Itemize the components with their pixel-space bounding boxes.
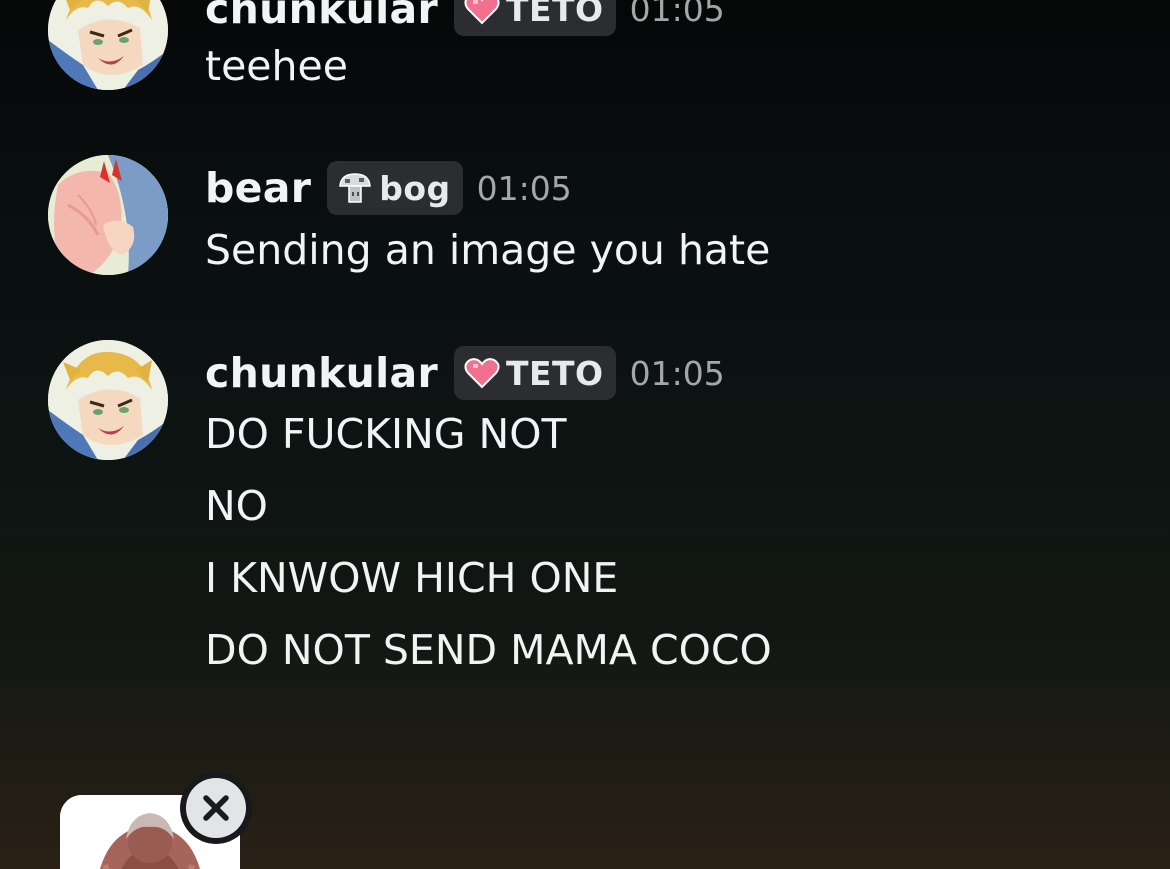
tag-label: bog: [379, 168, 451, 208]
message-header: bear bog 01:05: [205, 161, 572, 215]
server-tag[interactable]: TETO: [453, 346, 616, 400]
username[interactable]: chunkular: [205, 0, 438, 33]
pink-heart-icon: [464, 0, 500, 25]
message-text: NO: [205, 482, 268, 530]
message-text: DO FUCKING NOT: [205, 410, 567, 458]
message-text: I KNWOW HICH ONE: [205, 554, 619, 602]
message-header: chunkular TETO 01:05: [205, 346, 725, 400]
remove-attachment-button[interactable]: [180, 772, 252, 844]
username[interactable]: chunkular: [205, 349, 438, 397]
timestamp: 01:05: [476, 168, 572, 208]
avatar[interactable]: [48, 155, 168, 275]
avatar[interactable]: [48, 340, 168, 460]
server-tag[interactable]: TETO: [453, 0, 616, 36]
timestamp: 01:05: [629, 0, 725, 29]
pink-heart-icon: [464, 358, 500, 389]
avatar[interactable]: [48, 0, 168, 90]
message-text: Sending an image you hate: [205, 226, 771, 274]
timestamp: 01:05: [629, 353, 725, 393]
tag-label: TETO: [505, 0, 604, 29]
close-icon: [203, 795, 229, 821]
server-tag[interactable]: bog: [327, 161, 463, 215]
mushroom-icon: [339, 173, 372, 203]
message-text: DO NOT SEND MAMA COCO: [205, 626, 772, 674]
username[interactable]: bear: [205, 164, 311, 212]
message-text: teehee: [205, 42, 348, 90]
tag-label: TETO: [505, 353, 604, 393]
message-header: chunkular TETO 01:05: [205, 0, 725, 36]
